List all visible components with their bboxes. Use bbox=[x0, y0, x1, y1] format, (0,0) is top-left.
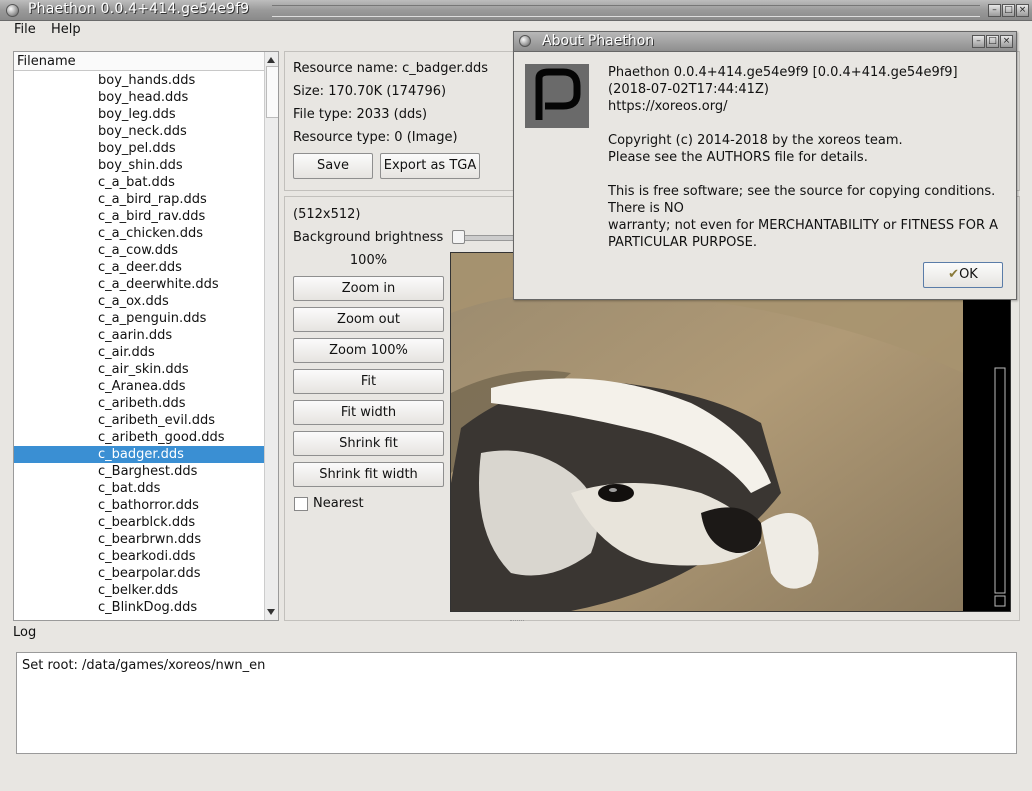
file-list-item[interactable]: c_air.dds bbox=[14, 344, 265, 361]
file-list-item[interactable]: c_a_chicken.dds bbox=[14, 225, 265, 242]
zoom-100-button[interactable]: Zoom 100% bbox=[293, 338, 444, 363]
file-list-item[interactable]: boy_neck.dds bbox=[14, 123, 265, 140]
filename-column-header[interactable]: Filename bbox=[14, 52, 264, 71]
zoom-out-button[interactable]: Zoom out bbox=[293, 307, 444, 332]
splitter-handle[interactable] bbox=[510, 620, 524, 624]
log-output[interactable]: Set root: /data/games/xoreos/nwn_en bbox=[16, 652, 1017, 754]
close-icon[interactable]: × bbox=[1016, 4, 1029, 17]
zoom-level: 100% bbox=[349, 253, 388, 268]
file-list-item[interactable]: c_a_penguin.dds bbox=[14, 310, 265, 327]
file-list-item[interactable]: c_a_bat.dds bbox=[14, 174, 265, 191]
dialog-close-icon[interactable]: × bbox=[1000, 35, 1013, 48]
file-list-item[interactable]: c_aribeth.dds bbox=[14, 395, 265, 412]
titlebar-groove bbox=[272, 5, 980, 17]
nearest-label: Nearest bbox=[313, 496, 364, 511]
nearest-checkbox[interactable] bbox=[294, 497, 308, 511]
file-list-item[interactable]: c_aarin.dds bbox=[14, 327, 265, 344]
zoom-in-button[interactable]: Zoom in bbox=[293, 276, 444, 301]
resource-size: Size: 170.70K (174796) bbox=[293, 84, 447, 99]
file-list-rows: boy_hands.dds boy_head.dds boy_leg.dds boy_… bbox=[14, 72, 265, 616]
window-title: Phaethon 0.0.4+414.ge54e9f9 bbox=[28, 1, 250, 17]
fit-width-button[interactable]: Fit width bbox=[293, 400, 444, 425]
file-list-item[interactable]: boy_head.dds bbox=[14, 89, 265, 106]
scroll-up-icon[interactable] bbox=[267, 57, 275, 63]
file-list-item[interactable]: boy_shin.dds bbox=[14, 157, 265, 174]
fit-button[interactable]: Fit bbox=[293, 369, 444, 394]
phaethon-logo-icon bbox=[525, 64, 589, 128]
file-list-item[interactable]: c_a_ox.dds bbox=[14, 293, 265, 310]
about-text: Phaethon 0.0.4+414.ge54e9f9 [0.0.4+414.g… bbox=[608, 65, 999, 250]
file-list-item[interactable]: c_aribeth_good.dds bbox=[14, 429, 265, 446]
badger-image-preview bbox=[450, 252, 1011, 612]
maximize-icon[interactable]: □ bbox=[1002, 4, 1015, 17]
file-list-item[interactable]: c_Barghest.dds bbox=[14, 463, 265, 480]
shrink-fit-button[interactable]: Shrink fit bbox=[293, 431, 444, 456]
scroll-down-icon[interactable] bbox=[267, 609, 275, 615]
file-list-item[interactable]: c_bat.dds bbox=[14, 480, 265, 497]
filename-header-label: Filename bbox=[17, 54, 76, 69]
resource-file-type: File type: 2033 (dds) bbox=[293, 107, 428, 122]
file-list-item[interactable]: boy_leg.dds bbox=[14, 106, 265, 123]
minimize-icon[interactable]: – bbox=[988, 4, 1001, 17]
file-list-item[interactable]: c_belker.dds bbox=[14, 582, 265, 599]
file-list-item[interactable]: boy_hands.dds bbox=[14, 72, 265, 89]
background-brightness-label: Background brightness bbox=[293, 230, 444, 245]
file-tree[interactable]: Filename boy_hands.dds boy_head.dds boy_le… bbox=[13, 51, 279, 621]
about-dialog: About Phaethon – □ × Phaethon 0.0.4+414.… bbox=[513, 31, 1017, 300]
file-list-item[interactable]: c_Aranea.dds bbox=[14, 378, 265, 395]
file-list-item[interactable]: c_bearbrwn.dds bbox=[14, 531, 265, 548]
file-list-item[interactable]: c_a_deerwhite.dds bbox=[14, 276, 265, 293]
file-list-item[interactable]: c_a_bird_rap.dds bbox=[14, 191, 265, 208]
resource-name: Resource name: c_badger.dds bbox=[293, 61, 489, 76]
about-dialog-titlebar[interactable]: About Phaethon – □ × bbox=[514, 32, 1016, 52]
dialog-menu-icon[interactable] bbox=[519, 35, 531, 47]
brightness-slider-groove[interactable] bbox=[457, 235, 519, 241]
badger-texture bbox=[451, 253, 1010, 611]
file-list-item[interactable]: c_bearkodi.dds bbox=[14, 548, 265, 565]
brightness-slider-handle[interactable] bbox=[452, 230, 465, 244]
menu-help[interactable]: Help bbox=[51, 22, 81, 37]
dialog-minimize-icon[interactable]: – bbox=[972, 35, 985, 48]
save-button[interactable]: Save bbox=[293, 153, 373, 179]
file-list-item[interactable]: c_bearpolar.dds bbox=[14, 565, 265, 582]
ok-icon: ✔ bbox=[948, 267, 960, 282]
file-list-item[interactable]: c_bathorror.dds bbox=[14, 497, 265, 514]
about-dialog-title: About Phaethon bbox=[542, 33, 655, 49]
file-list-item[interactable]: c_air_skin.dds bbox=[14, 361, 265, 378]
window-titlebar[interactable]: Phaethon 0.0.4+414.ge54e9f9 – □ × bbox=[0, 0, 1032, 21]
resource-type: Resource type: 0 (Image) bbox=[293, 130, 458, 145]
menu-file[interactable]: File bbox=[14, 22, 36, 37]
file-list-item[interactable]: c_badger.dds bbox=[14, 446, 265, 463]
log-label: Log bbox=[13, 625, 37, 640]
ok-button[interactable]: ✔OK bbox=[923, 262, 1003, 288]
scroll-thumb[interactable] bbox=[266, 66, 278, 118]
file-list-item[interactable]: c_a_cow.dds bbox=[14, 242, 265, 259]
window-menu-icon[interactable] bbox=[6, 4, 19, 17]
image-dimensions: (512x512) bbox=[293, 207, 361, 222]
ok-label: OK bbox=[959, 267, 978, 282]
file-list-item[interactable]: c_aribeth_evil.dds bbox=[14, 412, 265, 429]
export-tga-button[interactable]: Export as TGA bbox=[380, 153, 480, 179]
file-list-item[interactable]: c_a_deer.dds bbox=[14, 259, 265, 276]
shrink-fit-width-button[interactable]: Shrink fit width bbox=[293, 462, 444, 487]
file-list-item[interactable]: c_bearblck.dds bbox=[14, 514, 265, 531]
file-list-item[interactable]: boy_pel.dds bbox=[14, 140, 265, 157]
file-list-item[interactable]: c_BlinkDog.dds bbox=[14, 599, 265, 616]
dialog-maximize-icon[interactable]: □ bbox=[986, 35, 999, 48]
log-text: Set root: /data/games/xoreos/nwn_en bbox=[22, 658, 266, 673]
file-list-scrollbar[interactable] bbox=[264, 52, 278, 620]
file-list-item[interactable]: c_a_bird_rav.dds bbox=[14, 208, 265, 225]
